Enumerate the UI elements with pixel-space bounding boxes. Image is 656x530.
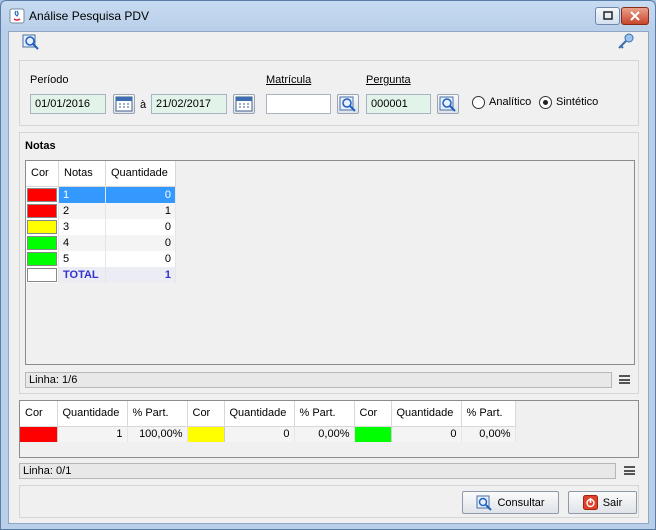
consultar-label: Consultar xyxy=(497,496,545,509)
pergunta-field[interactable] xyxy=(366,94,431,114)
color-swatch xyxy=(26,186,59,203)
title-bar: Análise Pesquisa PDV xyxy=(1,1,655,31)
quantidade-cell: 1 xyxy=(105,266,176,283)
periodo-label: Período xyxy=(30,74,69,86)
radio-analitico-label[interactable]: Analítico xyxy=(489,96,531,108)
pergunta-label: Pergunta xyxy=(366,74,411,86)
summary-col-header[interactable]: % Part. xyxy=(127,401,188,427)
pergunta-search-button[interactable] xyxy=(437,94,459,114)
color-swatch xyxy=(26,202,59,219)
power-exit-icon xyxy=(582,495,598,510)
color-swatch xyxy=(26,250,59,267)
table-row[interactable]: 50 xyxy=(26,250,176,267)
calendar-icon xyxy=(115,96,133,112)
restore-button[interactable] xyxy=(595,7,620,25)
table-row[interactable]: 21 xyxy=(26,202,176,219)
quantidade-cell: 0 xyxy=(105,218,176,235)
magnifier-icon xyxy=(439,96,456,112)
summary-color-swatch xyxy=(354,426,392,442)
radio-sintetico[interactable] xyxy=(539,96,552,109)
app-window: Análise Pesquisa PDV Período 01/01/2016 … xyxy=(0,0,656,530)
summary-color-swatch xyxy=(187,426,225,442)
calendar-to-button[interactable] xyxy=(233,94,255,114)
table-row[interactable]: 30 xyxy=(26,218,176,235)
notas-table: Cor Notas Quantidade 1 0 2 1 3 0 4 0 5 0 TOTAL 1 xyxy=(26,161,176,283)
close-icon xyxy=(630,11,640,21)
magnifier-icon xyxy=(476,495,493,511)
close-window-button[interactable] xyxy=(621,7,649,25)
summary-col-header[interactable]: Cor xyxy=(187,401,225,427)
sair-button[interactable]: Sair xyxy=(568,491,637,514)
summary-quantidade-cell: 1 xyxy=(57,426,128,442)
summary-col-header[interactable]: Quantidade xyxy=(224,401,295,427)
summary-quantidade-cell: 0 xyxy=(224,426,295,442)
notas-panel: Notas Cor Notas Quantidade 1 0 2 1 3 0 4 0 5 0 TOT… xyxy=(19,132,639,394)
window-title: Análise Pesquisa PDV xyxy=(29,9,150,23)
date-separator: à xyxy=(140,99,147,111)
summary-col-header[interactable]: Quantidade xyxy=(391,401,462,427)
summary-col-header[interactable]: % Part. xyxy=(294,401,355,427)
notas-header-row: Cor Notas Quantidade xyxy=(26,161,176,187)
quantidade-cell: 1 xyxy=(105,202,176,219)
summary-col-header[interactable]: Cor xyxy=(20,401,58,427)
summary-color-swatch xyxy=(20,426,58,442)
sair-label: Sair xyxy=(602,496,623,509)
window-client-area: Período à Matrícula xyxy=(8,31,649,524)
col-notas[interactable]: Notas xyxy=(58,161,106,187)
magnifier-icon xyxy=(339,96,356,112)
summary-quantidade-cell: 0 xyxy=(391,426,462,442)
color-swatch xyxy=(26,218,59,235)
quantidade-cell: 0 xyxy=(105,234,176,251)
summary-header-row: Cor Quantidade% Part. Cor Quantidade% Part.… xyxy=(20,401,516,427)
quantidade-cell: 0 xyxy=(105,186,176,203)
summary-menu-icon[interactable] xyxy=(624,466,635,475)
color-swatch xyxy=(26,234,59,251)
restore-icon xyxy=(603,11,613,20)
java-app-icon xyxy=(9,8,25,24)
date-to-field[interactable] xyxy=(151,94,227,114)
consultar-button[interactable]: Consultar xyxy=(462,491,559,514)
nota-cell: 3 xyxy=(58,218,106,235)
search-preview-icon[interactable] xyxy=(22,33,40,51)
nota-cell: 2 xyxy=(58,202,106,219)
nota-cell: 5 xyxy=(58,250,106,267)
notas-grid[interactable]: Cor Notas Quantidade 1 0 2 1 3 0 4 0 5 0 TOTAL 1 xyxy=(25,160,635,365)
table-row[interactable]: TOTAL 1 xyxy=(26,266,176,283)
matricula-label: Matrícula xyxy=(266,74,312,86)
summary-col-header[interactable]: Quantidade xyxy=(57,401,128,427)
table-row[interactable]: 10 xyxy=(26,186,176,203)
summary-row[interactable]: 1 100,00% 0 0,00% 0 0,00% xyxy=(20,426,516,442)
key-icon[interactable] xyxy=(616,32,636,52)
matricula-field[interactable] xyxy=(266,94,331,114)
col-quantidade[interactable]: Quantidade xyxy=(105,161,176,187)
calendar-icon xyxy=(235,96,253,112)
table-row[interactable]: 40 xyxy=(26,234,176,251)
summary-part-cell: 0,00% xyxy=(294,426,355,442)
color-swatch xyxy=(26,266,59,283)
notas-menu-icon[interactable] xyxy=(619,375,630,384)
radio-analitico[interactable] xyxy=(472,96,485,109)
quantidade-cell: 0 xyxy=(105,250,176,267)
summary-part-cell: 100,00% xyxy=(127,426,188,442)
notas-status: Linha: 1/6 xyxy=(25,372,612,388)
summary-col-header[interactable]: Cor xyxy=(354,401,392,427)
date-from-field[interactable] xyxy=(30,94,106,114)
nota-cell: 4 xyxy=(58,234,106,251)
radio-sintetico-label[interactable]: Sintético xyxy=(556,96,598,108)
summary-table: Cor Quantidade% Part. Cor Quantidade% Part.… xyxy=(20,401,516,442)
matricula-search-button[interactable] xyxy=(337,94,359,114)
summary-status: Linha: 0/1 xyxy=(19,463,616,479)
summary-grid[interactable]: Cor Quantidade% Part. Cor Quantidade% Part.… xyxy=(19,400,639,458)
nota-cell: 1 xyxy=(58,186,106,203)
summary-part-cell: 0,00% xyxy=(461,426,516,442)
nota-cell: TOTAL xyxy=(58,266,106,283)
col-cor[interactable]: Cor xyxy=(26,161,59,187)
button-bar: Consultar Sair xyxy=(19,485,639,518)
filter-panel: Período à Matrícula xyxy=(19,60,639,126)
notas-section-title: Notas xyxy=(25,140,56,152)
summary-col-header[interactable]: % Part. xyxy=(461,401,516,427)
calendar-from-button[interactable] xyxy=(113,94,135,114)
